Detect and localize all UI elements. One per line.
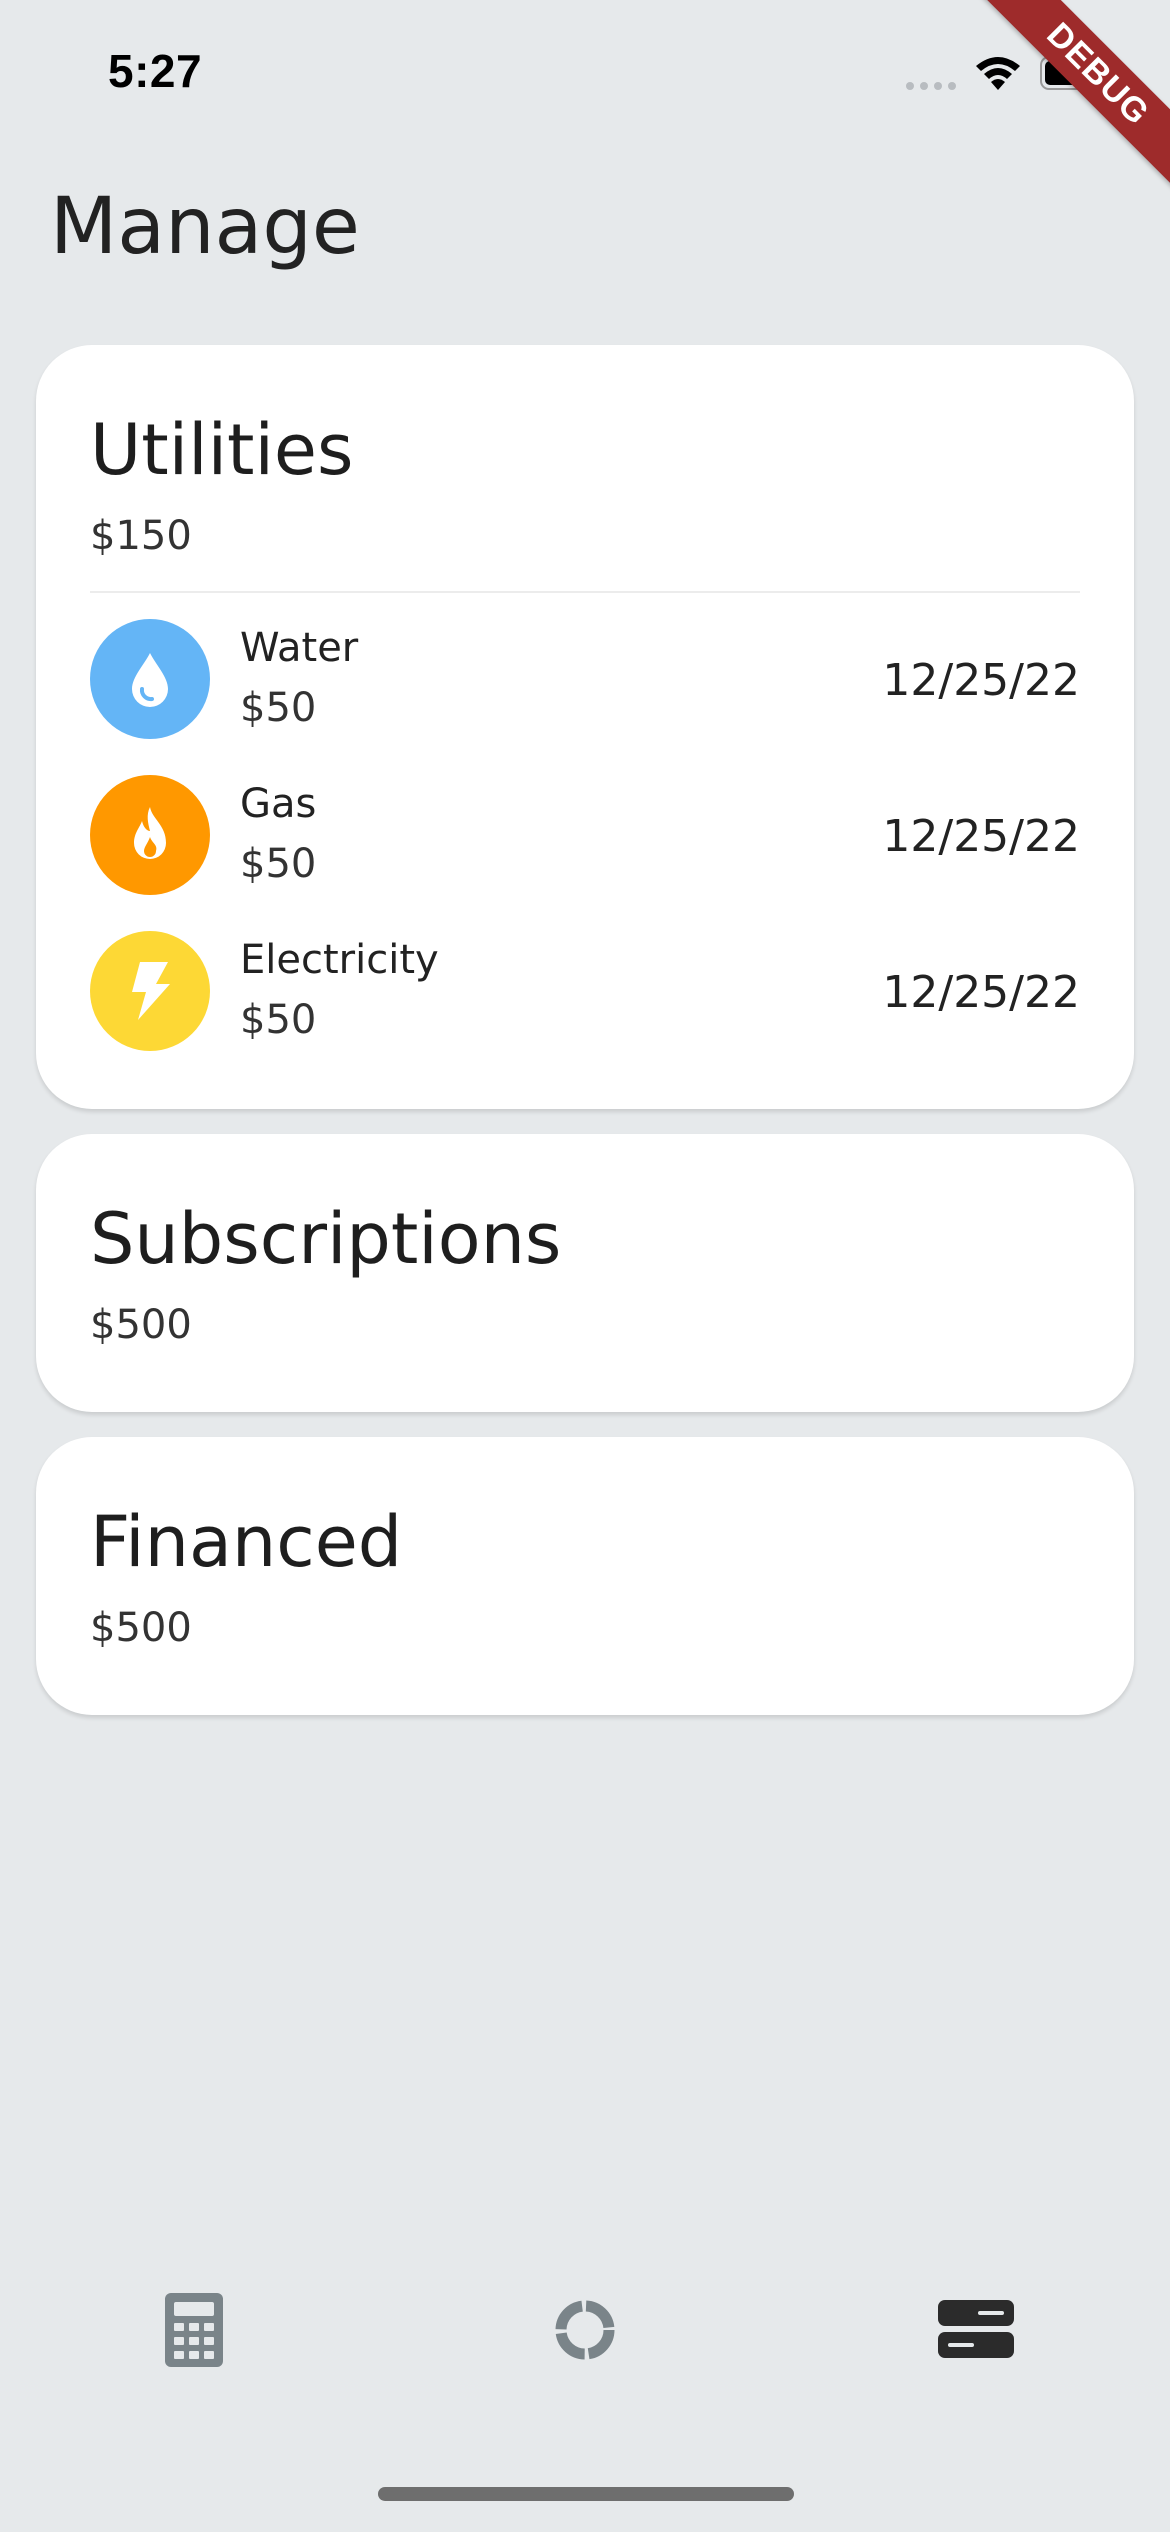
bill-amount: $50 [240, 841, 317, 887]
category-total: $500 [90, 1302, 192, 1348]
bill-name: Gas [240, 781, 317, 827]
category-title: Utilities [90, 409, 354, 491]
bill-due-date: 12/25/22 [882, 655, 1080, 706]
category-title: Financed [90, 1501, 403, 1583]
nav-manage[interactable] [926, 2280, 1026, 2380]
category-card-utilities[interactable]: Utilities $150 Water $50 12/25/22 Gas $5… [36, 345, 1134, 1109]
home-indicator[interactable] [378, 2487, 794, 2501]
flame-icon [90, 775, 210, 895]
bottom-navigation [0, 2280, 1170, 2380]
bill-row-water[interactable]: Water $50 12/25/22 [90, 619, 1080, 743]
bill-due-date: 12/25/22 [882, 967, 1080, 1018]
lightning-bolt-icon [90, 931, 210, 1051]
category-card-subscriptions[interactable]: Subscriptions $500 [36, 1134, 1134, 1412]
bill-row-electricity[interactable]: Electricity $50 12/25/22 [90, 931, 1080, 1055]
category-total: $500 [90, 1605, 192, 1651]
calculator-icon [165, 2293, 223, 2367]
status-time: 5:27 [108, 45, 203, 97]
divider [90, 591, 1080, 593]
bill-amount: $50 [240, 685, 317, 731]
page-title: Manage [50, 182, 360, 272]
category-total: $150 [90, 513, 192, 559]
wifi-icon [976, 57, 1020, 90]
bill-row-gas[interactable]: Gas $50 12/25/22 [90, 775, 1080, 899]
bill-name: Water [240, 625, 359, 671]
bill-due-date: 12/25/22 [882, 811, 1080, 862]
manage-list-icon [938, 2300, 1014, 2358]
status-bar: 5:27 [0, 0, 1170, 140]
bill-amount: $50 [240, 997, 317, 1043]
cellular-signal-icon [906, 82, 956, 90]
nav-overview[interactable] [535, 2280, 635, 2380]
donut-chart-icon [555, 2300, 615, 2360]
nav-calculator[interactable] [144, 2280, 244, 2380]
water-drop-icon [90, 619, 210, 739]
bill-name: Electricity [240, 937, 439, 983]
category-title: Subscriptions [90, 1198, 562, 1280]
category-card-financed[interactable]: Financed $500 [36, 1437, 1134, 1715]
